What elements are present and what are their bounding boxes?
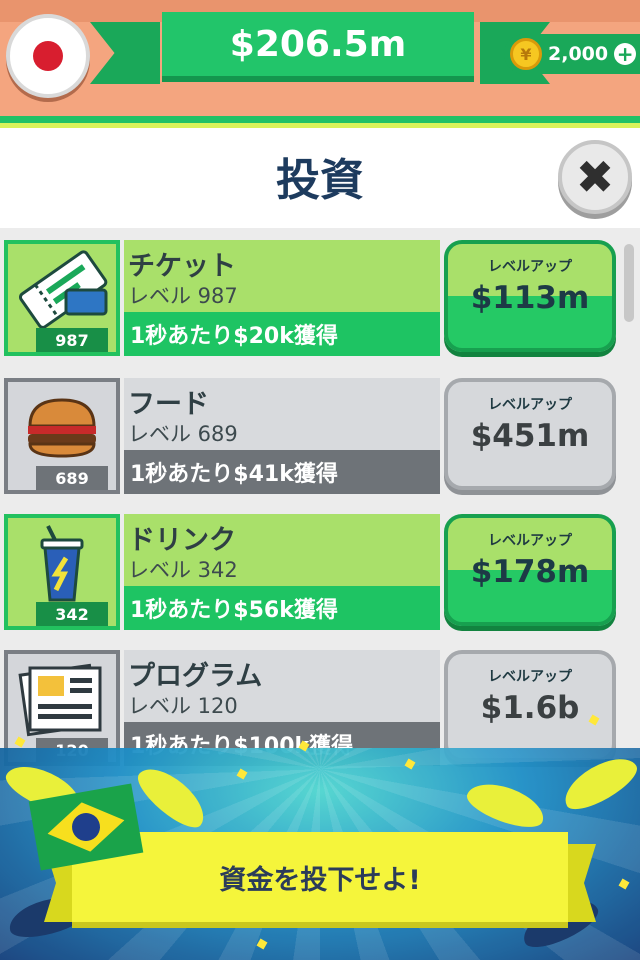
- brazil-flag-rhombus: [43, 796, 128, 859]
- japan-flag-icon[interactable]: [6, 14, 90, 98]
- investment-row-food: 689 フード レベル 689 1秒あたり$41k獲得 レベルアップ $451m: [4, 378, 616, 494]
- level-up-cost: $1.6b: [480, 690, 580, 726]
- burger-icon: [28, 398, 96, 458]
- green-stripe: [0, 116, 640, 123]
- investment-info: ドリンク レベル 342 1秒あたり$56k獲得: [124, 514, 440, 630]
- investment-name: プログラム: [128, 661, 263, 692]
- level-up-cost: $178m: [470, 554, 590, 590]
- drink-cup-icon: [40, 525, 84, 602]
- page-title-bar: 投資: [0, 128, 640, 224]
- investment-level: レベル 342: [128, 558, 238, 582]
- level-badge: 689: [36, 466, 108, 490]
- level-up-button-ticket[interactable]: レベルアップ $113m: [444, 240, 616, 352]
- close-button[interactable]: ✖: [558, 140, 632, 214]
- level-up-label: レベルアップ: [488, 533, 572, 549]
- level-up-button-drink[interactable]: レベルアップ $178m: [444, 514, 616, 626]
- close-icon: ✖: [575, 150, 615, 204]
- investment-row-drink: 342 ドリンク レベル 342 1秒あたり$56k獲得 レベルアップ $178…: [4, 514, 616, 630]
- level-badge: 987: [36, 328, 108, 352]
- add-coins-button[interactable]: +: [614, 43, 637, 65]
- drink-thumbnail: 342: [4, 514, 120, 630]
- investment-info: チケット レベル 987 1秒あたり$20k獲得: [124, 240, 440, 356]
- coin-count: 2,000: [548, 43, 609, 65]
- page-title: 投資: [276, 155, 364, 206]
- scrollbar[interactable]: [624, 244, 634, 322]
- coin-icon: ¥: [510, 38, 542, 70]
- food-thumbnail: 689: [4, 378, 120, 494]
- level-up-label: レベルアップ: [488, 259, 572, 275]
- level-up-button-program[interactable]: レベルアップ $1.6b: [444, 650, 616, 762]
- money-total: $206.5m: [229, 23, 407, 65]
- ticket-icon: [18, 250, 108, 329]
- level-up-cost: $451m: [470, 418, 590, 454]
- level-up-label: レベルアップ: [488, 397, 572, 413]
- brazil-flag-globe: [70, 811, 102, 843]
- level-up-button-food[interactable]: レベルアップ $451m: [444, 378, 616, 490]
- investment-row-ticket: 987 チケット レベル 987 1秒あたり$20k獲得 レベルアップ $113…: [4, 240, 616, 356]
- investment-level: レベル 987: [128, 284, 238, 308]
- investment-name: ドリンク: [128, 525, 236, 556]
- coin-counter[interactable]: ¥ 2,000 +: [504, 34, 640, 74]
- invest-funds-label: 資金を投下せよ!: [219, 864, 421, 896]
- investment-name: フード: [128, 389, 209, 420]
- level-up-label: レベルアップ: [488, 669, 572, 685]
- japan-flag-sun: [33, 41, 63, 71]
- level-badge: 342: [36, 602, 108, 626]
- investment-name: チケット: [128, 251, 236, 282]
- investment-level: レベル 120: [128, 694, 238, 718]
- investment-earn-rate: 1秒あたり$41k獲得: [124, 450, 440, 494]
- money-banner: $206.5m: [162, 12, 474, 82]
- newspaper-icon: [18, 663, 102, 737]
- investment-info: フード レベル 689 1秒あたり$41k獲得: [124, 378, 440, 494]
- level-up-cost: $113m: [470, 280, 590, 316]
- investment-earn-rate: 1秒あたり$56k獲得: [124, 586, 440, 630]
- investment-level: レベル 689: [128, 422, 238, 446]
- investment-earn-rate: 1秒あたり$20k獲得: [124, 312, 440, 356]
- ticket-thumbnail: 987: [4, 240, 120, 356]
- invest-funds-button[interactable]: 資金を投下せよ!: [72, 832, 568, 928]
